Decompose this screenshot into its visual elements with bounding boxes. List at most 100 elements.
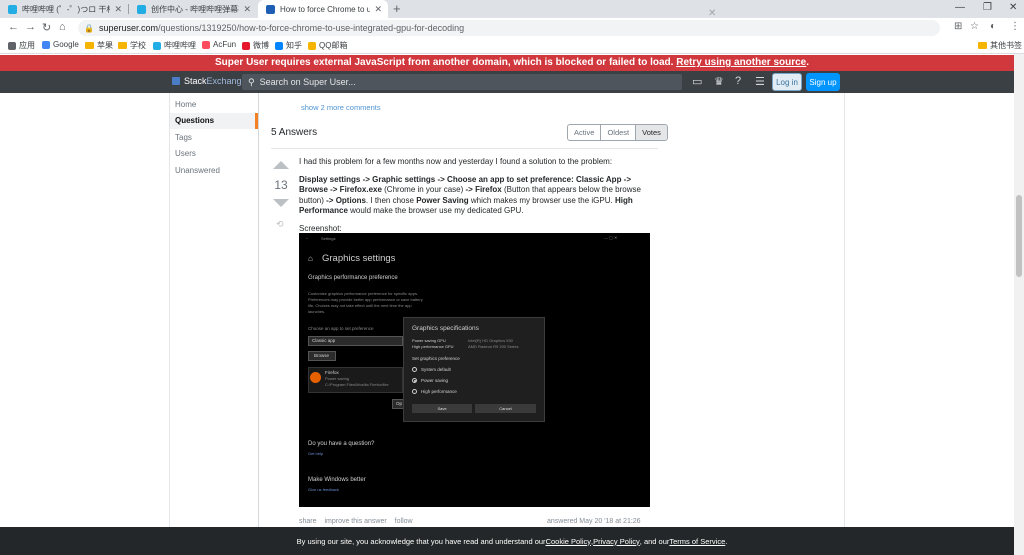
help-icon[interactable]: ? <box>735 75 741 87</box>
site-search-input[interactable]: ⚲ Search on Super User... <box>242 74 682 90</box>
weibo-icon <box>242 41 250 50</box>
show-more-comments-link[interactable]: show 2 more comments <box>301 103 381 112</box>
translate-icon[interactable]: ⊞ <box>954 21 962 32</box>
back-arrow-icon: ← <box>305 235 309 240</box>
qqmail-icon <box>308 41 316 50</box>
address-bar[interactable]: 🔒 superuser.com /questions/1319250/how-t… <box>78 20 940 36</box>
bookmark-zhihu[interactable]: 知乎 <box>275 40 302 51</box>
dialog-cancel-button: Cancel <box>475 404 536 413</box>
minimize-icon[interactable]: — <box>955 2 965 13</box>
answers-count-heading: 5 Answers <box>271 127 318 138</box>
privacy-policy-link[interactable]: Privacy Policy <box>593 537 640 546</box>
home-icon: ⌂ <box>308 254 313 263</box>
history-icon[interactable]: ⟲ <box>276 219 284 230</box>
radio-power-saving <box>412 378 417 383</box>
browser-tab-bilibili[interactable]: 哔哩哔哩 (゜-゜)つロ 干杯~-bili ✕ <box>0 0 128 18</box>
sort-votes[interactable]: Votes <box>636 125 667 140</box>
answer-paragraph: Display settings -> Graphic settings -> … <box>299 174 641 216</box>
nav-tags[interactable]: Tags <box>170 129 258 146</box>
restore-icon[interactable]: ❐ <box>983 2 992 13</box>
zhihu-icon <box>275 41 283 50</box>
answer-timestamp: answered May 20 '18 at 21:26 <box>547 518 641 525</box>
browser-toolbar: ← → ↻ ⌂ 🔒 superuser.com /questions/13192… <box>0 18 1024 38</box>
scrollbar-thumb[interactable] <box>1016 195 1022 277</box>
login-button[interactable]: Log in <box>772 73 802 91</box>
bilibili-icon <box>8 4 17 14</box>
firefox-icon <box>310 372 321 383</box>
terms-of-service-link[interactable]: Terms of Service <box>669 537 725 546</box>
reload-icon[interactable]: ↻ <box>42 21 51 34</box>
achievements-icon[interactable]: ♛ <box>714 75 724 88</box>
new-tab-button[interactable]: + <box>393 1 401 16</box>
app-entry <box>308 367 403 393</box>
forward-icon[interactable]: → <box>25 21 36 33</box>
signup-button[interactable]: Sign up <box>806 73 840 91</box>
close-icon[interactable]: ✕ <box>374 4 382 15</box>
browser-tab-superuser[interactable]: How to force Chrome to use int ✕ <box>258 0 388 18</box>
window-controls: — ▢ ✕ <box>604 235 618 240</box>
bilibili-icon <box>153 41 161 50</box>
dialog-save-button: Save <box>412 404 472 413</box>
bookmark-apple[interactable]: 苹果 <box>85 40 113 51</box>
stackexchange-icon <box>172 77 180 85</box>
share-link[interactable]: share <box>299 518 317 525</box>
radio-high-performance <box>412 389 417 394</box>
acfun-icon <box>202 40 210 49</box>
bookmark-weibo[interactable]: 微博 <box>242 40 269 51</box>
lock-icon: 🔒 <box>84 23 94 33</box>
star-icon[interactable]: ☆ <box>970 21 979 32</box>
radio-system-default <box>412 367 417 372</box>
follow-link[interactable]: follow <box>395 518 413 525</box>
bookmark-apps[interactable]: 应用 <box>8 40 35 51</box>
cookie-policy-link[interactable]: Cookie Policy <box>546 537 591 546</box>
answer-paragraph: I had this problem for a few months now … <box>299 157 613 166</box>
menu-icon[interactable]: ⋮ <box>1010 21 1020 32</box>
back-icon[interactable]: ← <box>8 21 19 33</box>
bookmark-other[interactable]: 其他书签 <box>978 40 1022 51</box>
downvote-icon[interactable] <box>273 199 289 207</box>
site-topbar: Stack Exchange ⚲ Search on Super User... … <box>0 71 1024 93</box>
graphics-specifications-dialog: Graphics specifications Power saving GPU… <box>403 317 545 422</box>
page-scrollbar[interactable] <box>1014 54 1024 555</box>
bookmark-google[interactable]: Google <box>42 40 79 49</box>
search-icon: ⚲ <box>248 76 255 87</box>
folder-icon <box>978 42 987 49</box>
superuser-icon <box>266 4 275 14</box>
improve-link[interactable]: improve this answer <box>324 518 386 525</box>
nav-home[interactable]: Home <box>170 96 258 113</box>
answer-sort-tabs: Active Oldest Votes <box>567 124 668 141</box>
left-sidebar: Home Questions Tags Users Unanswered <box>170 96 258 179</box>
bookmark-acfun[interactable]: AcFun <box>202 40 236 49</box>
site-switcher-icon[interactable]: ☰ <box>755 75 765 88</box>
cookie-consent-bar: By using our site, you acknowledge that … <box>0 527 1024 555</box>
nav-questions[interactable]: Questions <box>170 112 258 129</box>
bookmark-bilibili[interactable]: 哔哩哔哩 <box>153 40 196 51</box>
nav-unanswered[interactable]: Unanswered <box>170 162 258 179</box>
nav-users[interactable]: Users <box>170 146 258 163</box>
js-warning-banner: Super User requires external JavaScript … <box>0 55 1024 71</box>
answer-footer: share improve this answer follow answere… <box>299 518 649 525</box>
stackexchange-logo[interactable]: Stack Exchange <box>172 76 247 86</box>
upvote-icon[interactable] <box>273 161 289 169</box>
home-icon[interactable]: ⌂ <box>59 21 66 33</box>
sort-active[interactable]: Active <box>568 125 602 140</box>
bilibili-icon <box>137 4 146 14</box>
retry-link[interactable]: Retry using another source <box>676 57 806 68</box>
close-icon[interactable]: ✕ <box>243 4 251 15</box>
folder-icon <box>118 42 127 49</box>
extension-icon[interactable]: ◐ <box>990 21 996 32</box>
close-icon[interactable]: ✕ <box>114 4 122 15</box>
close-icon[interactable]: ✕ <box>708 8 716 19</box>
browser-tab-creator-center[interactable]: 创作中心 - 哔哩哔哩弹幕视频网 ✕ <box>129 0 257 18</box>
close-window-icon[interactable]: ✕ <box>1009 2 1017 13</box>
answer-body: I had this problem for a few months now … <box>299 157 649 241</box>
google-icon <box>42 40 50 49</box>
browser-tab-strip: 哔哩哔哩 (゜-゜)つロ 干杯~-bili ✕ 创作中心 - 哔哩哔哩弹幕视频网… <box>0 0 1024 18</box>
bookmark-qqmail[interactable]: QQ邮箱 <box>308 40 347 51</box>
vote-count: 13 <box>274 178 288 192</box>
inbox-icon[interactable]: ▭ <box>692 75 702 88</box>
apps-icon <box>8 41 16 50</box>
sort-oldest[interactable]: Oldest <box>601 125 637 140</box>
folder-icon <box>85 42 94 49</box>
bookmark-school[interactable]: 学校 <box>118 40 146 51</box>
